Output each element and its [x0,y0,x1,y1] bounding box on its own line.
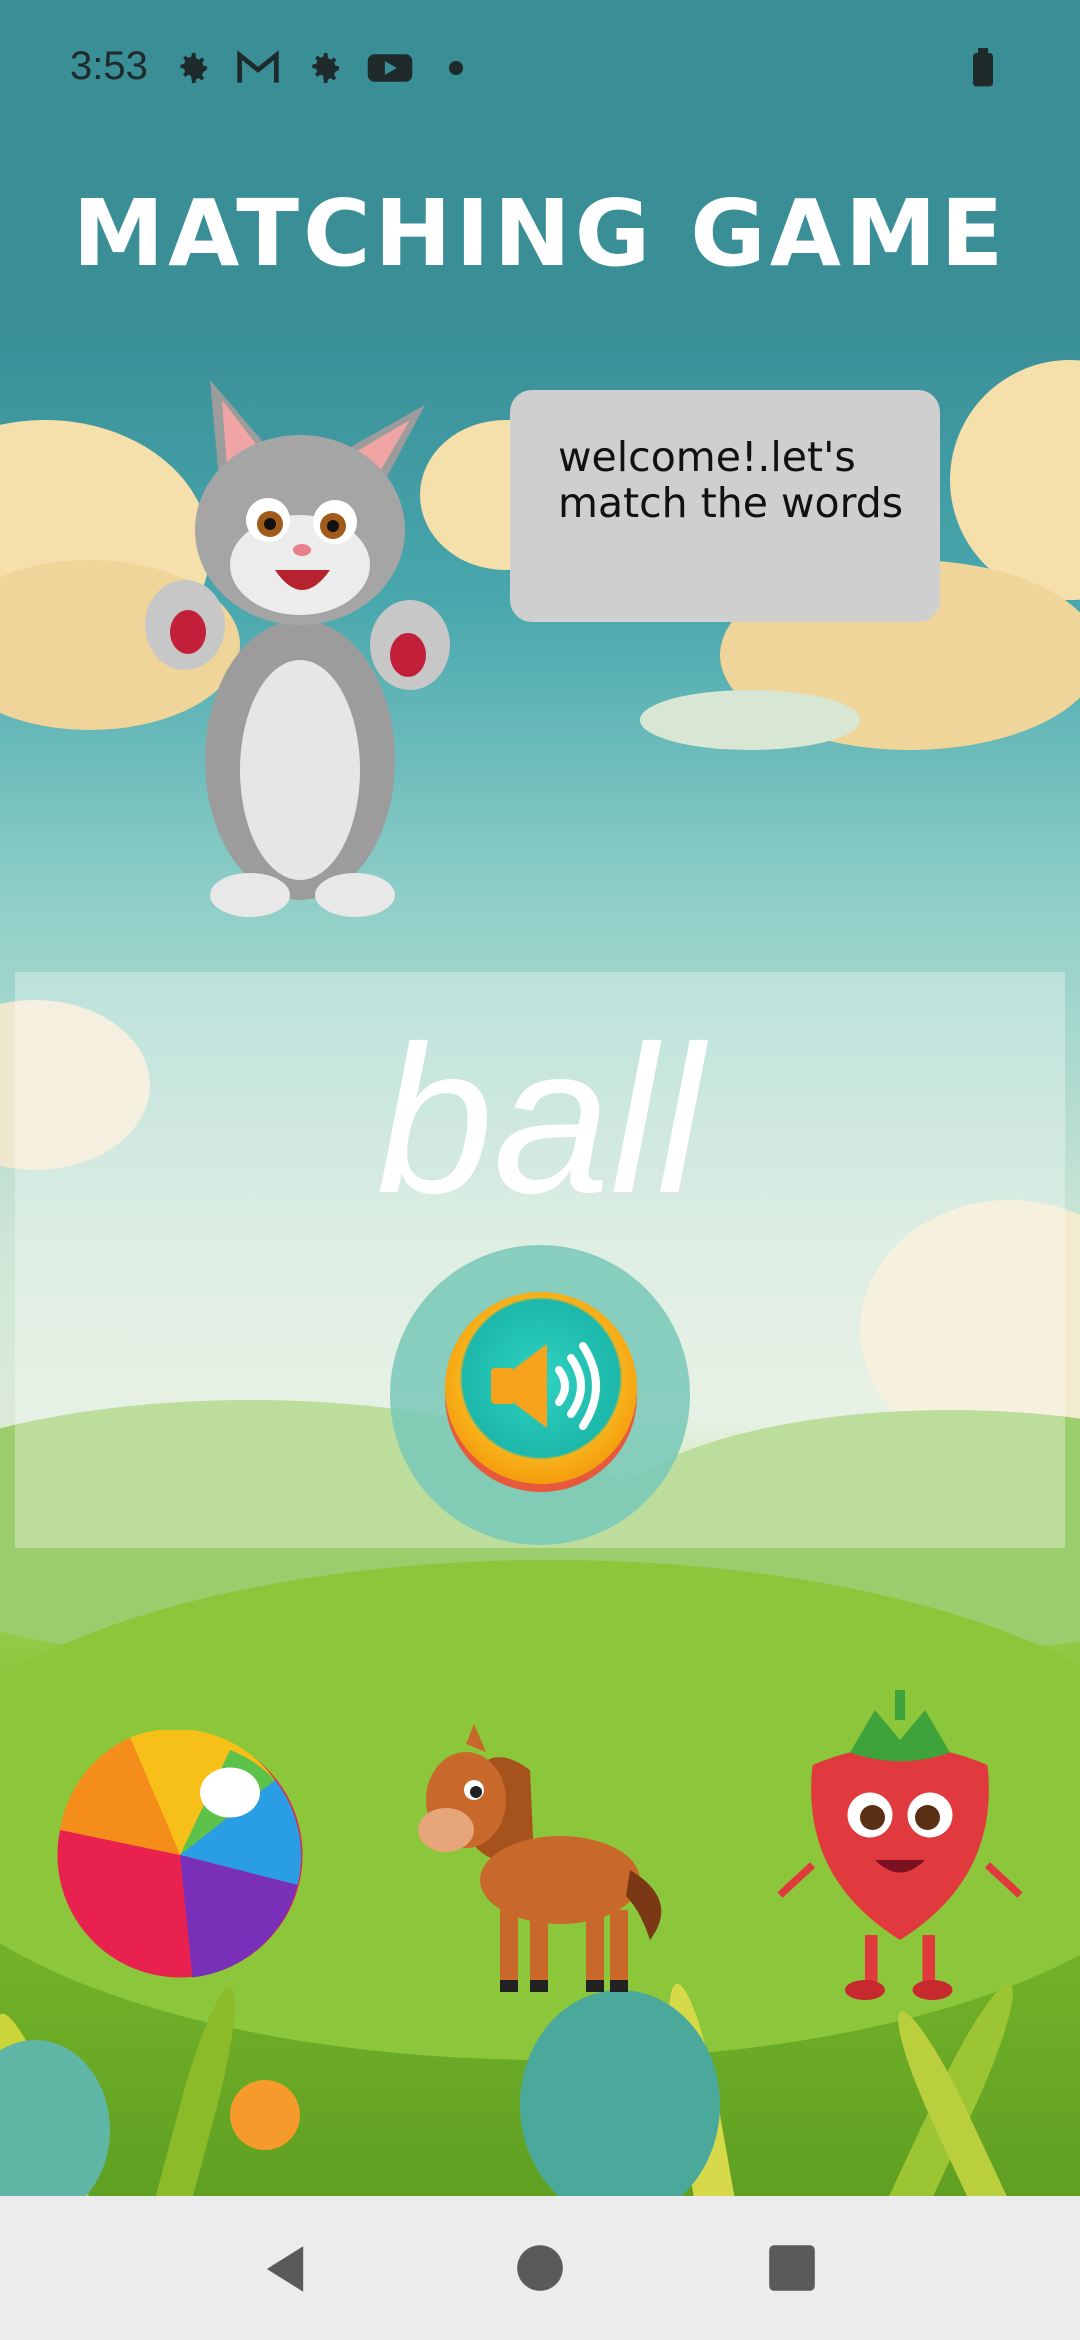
game-screen: 3:53 MATCHING GAME welcome!.let's match … [0,0,1080,2340]
youtube-icon [367,54,413,82]
status-bar: 3:53 [0,0,1080,140]
option-horse[interactable] [410,1720,670,2000]
speech-bubble-text: Welcome!.Let's match the words [558,433,904,527]
back-icon[interactable] [262,2244,308,2294]
option-ball[interactable] [55,1728,305,1980]
gear-icon [180,53,207,83]
navigation-bar [0,2196,1080,2340]
speaker-icon [491,1342,600,1430]
horse-icon [418,1724,662,1992]
target-word: ball [376,1002,704,1237]
status-time: 3:53 [70,44,148,88]
battery-icon [973,48,993,87]
gear-icon [312,53,339,83]
gmail-icon [237,50,279,83]
dot-icon [449,61,463,75]
option-strawberry[interactable] [775,1690,1025,2010]
recents-icon[interactable] [768,2244,816,2292]
strawberry-icon [777,1690,1023,2000]
page-title: MATCHING GAME [72,180,1008,287]
speech-bubble: Welcome!.Let's match the words [510,390,940,622]
home-icon[interactable] [516,2244,564,2292]
beach-ball-icon [57,1728,303,1978]
cat-mascot-icon [145,380,450,917]
play-sound-button[interactable] [445,1292,637,1484]
